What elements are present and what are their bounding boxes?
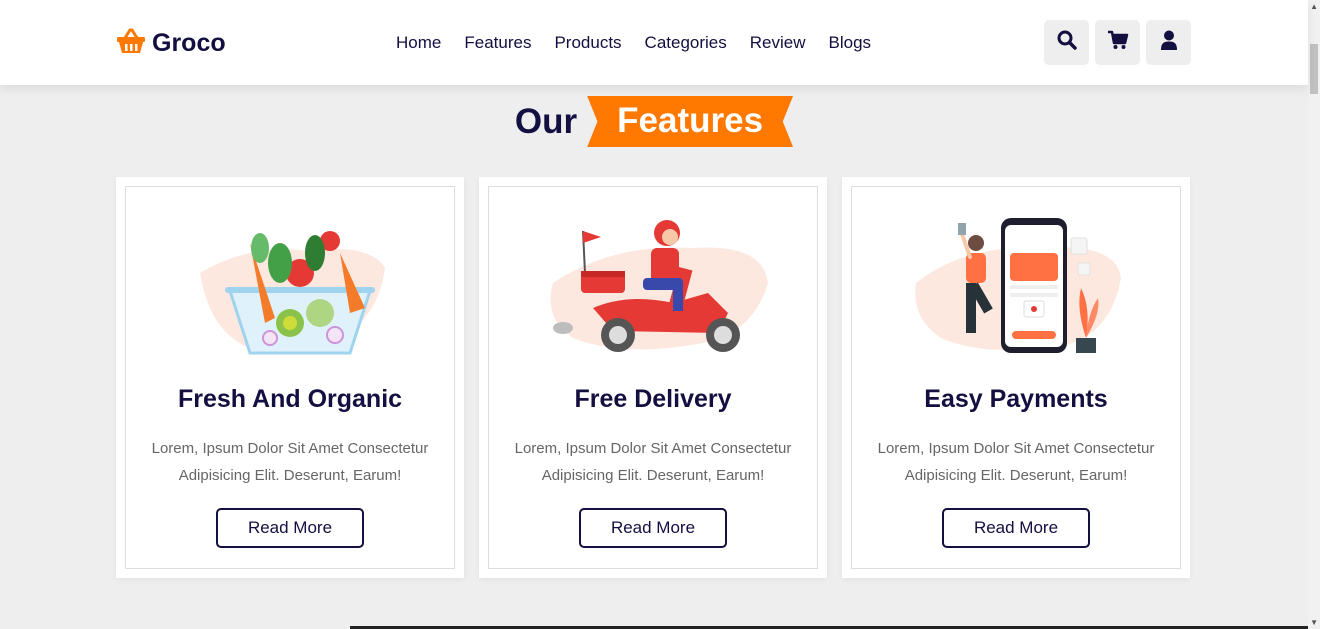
- search-button[interactable]: [1044, 20, 1089, 65]
- read-more-button[interactable]: Read More: [942, 508, 1090, 548]
- read-more-button[interactable]: Read More: [216, 508, 364, 548]
- scroll-down-arrow-icon[interactable]: ▼: [1310, 618, 1318, 627]
- cart-icon: [1107, 30, 1129, 55]
- brand-name: Groco: [152, 29, 226, 57]
- feature-text: Lorem, Ipsum Dolor Sit Amet Consectetur …: [877, 440, 1155, 484]
- vegetable-bowl-illustration: [126, 213, 454, 363]
- feature-title: Fresh And Organic: [177, 385, 403, 413]
- cart-button[interactable]: [1095, 20, 1140, 65]
- nav-products[interactable]: Products: [554, 33, 621, 53]
- nav-blogs[interactable]: Blogs: [829, 33, 872, 53]
- user-button[interactable]: [1146, 20, 1191, 65]
- search-icon: [1057, 30, 1077, 55]
- mobile-payment-illustration: [852, 213, 1180, 363]
- page-scrollbar[interactable]: ▲ ▼: [1308, 0, 1320, 629]
- feature-title: Free Delivery: [574, 385, 732, 413]
- feature-title: Easy Payments: [924, 385, 1108, 413]
- feature-cards: Fresh And Organic Lorem, Ipsum Dolor Sit…: [116, 177, 1190, 578]
- nav-review[interactable]: Review: [750, 33, 806, 53]
- heading-plain: Our: [514, 101, 578, 141]
- section-heading: Our Features: [0, 96, 1308, 147]
- feature-text: Lorem, Ipsum Dolor Sit Amet Consectetur …: [514, 440, 792, 484]
- nav-home[interactable]: Home: [396, 33, 441, 53]
- feature-card-fresh: Fresh And Organic Lorem, Ipsum Dolor Sit…: [116, 177, 464, 578]
- nav-features[interactable]: Features: [464, 33, 531, 53]
- nav-categories[interactable]: Categories: [645, 33, 727, 53]
- read-more-button[interactable]: Read More: [579, 508, 727, 548]
- logo[interactable]: Groco: [116, 28, 226, 59]
- feature-card-payments: Easy Payments Lorem, Ipsum Dolor Sit Ame…: [842, 177, 1190, 578]
- feature-card-delivery: Free Delivery Lorem, Ipsum Dolor Sit Ame…: [479, 177, 827, 578]
- user-icon: [1160, 30, 1178, 55]
- heading-highlight: Features: [587, 96, 794, 147]
- main-nav: Home Features Products Categories Review…: [396, 33, 871, 53]
- scroll-up-arrow-icon[interactable]: ▲: [1310, 2, 1318, 11]
- header-icons: [1044, 20, 1191, 65]
- scooter-delivery-illustration: [489, 213, 817, 363]
- feature-text: Lorem, Ipsum Dolor Sit Amet Consectetur …: [151, 440, 429, 484]
- scroll-thumb[interactable]: [1310, 44, 1318, 94]
- site-header: Groco Home Features Products Categories …: [0, 0, 1308, 85]
- basket-icon: [116, 28, 146, 59]
